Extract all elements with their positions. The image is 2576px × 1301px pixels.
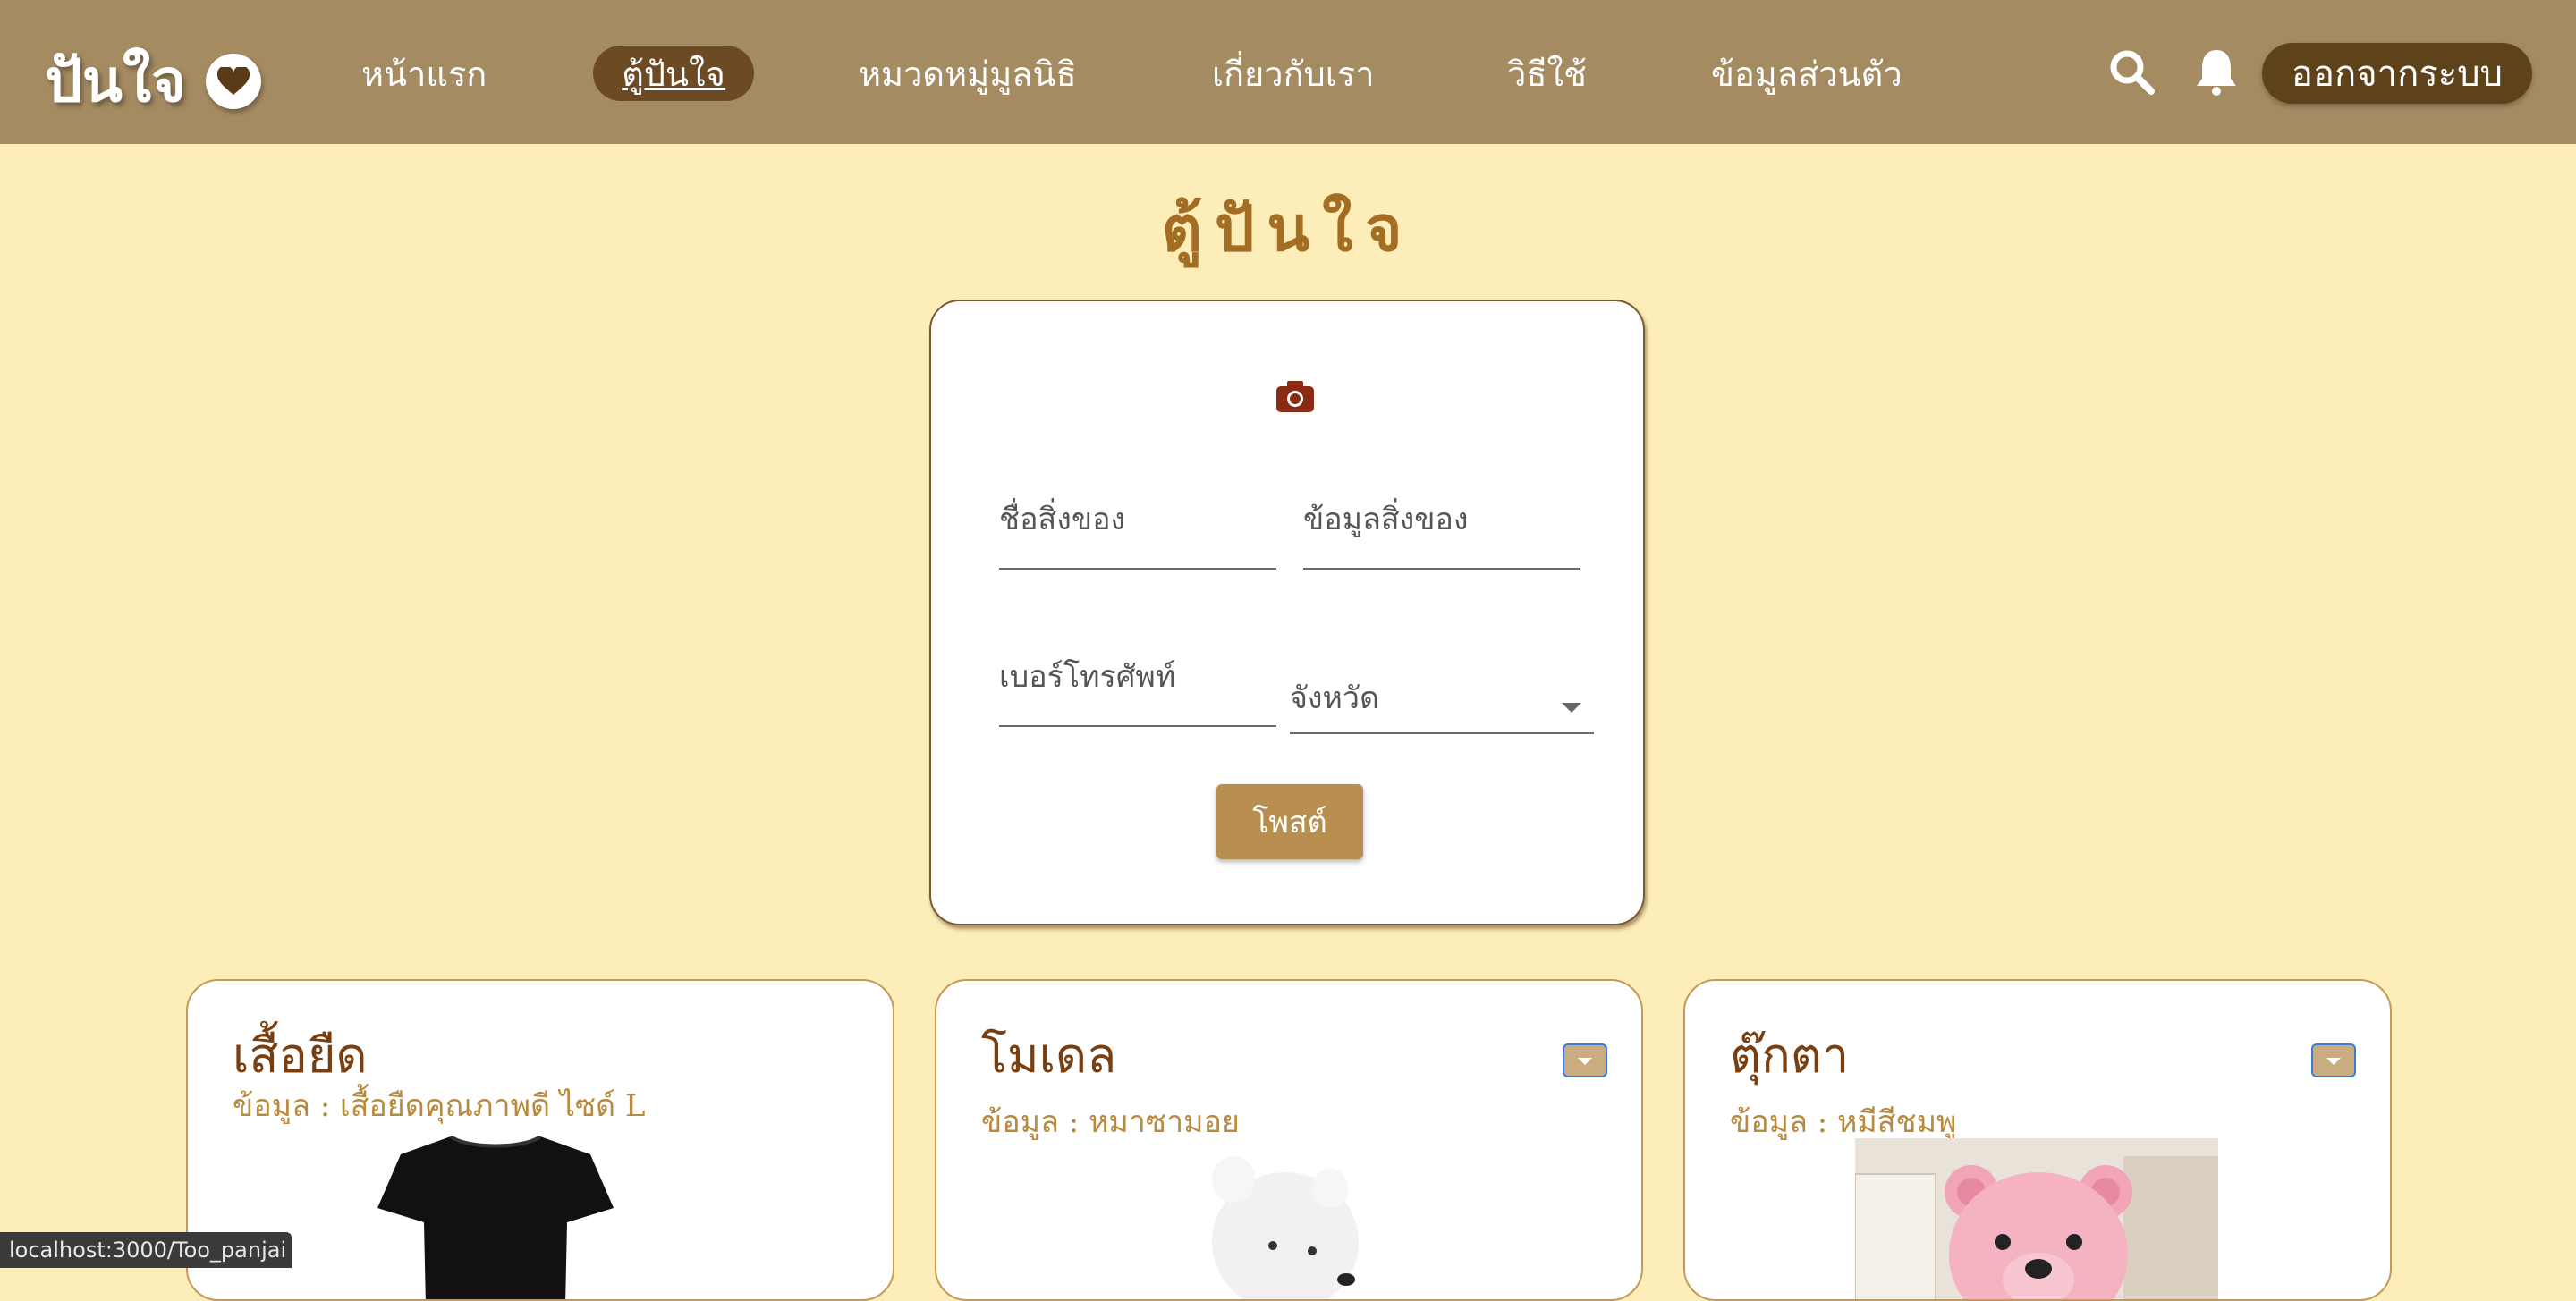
bell-icon[interactable] [2193, 46, 2243, 97]
item-card: ตุ๊กตา ข้อมูล : หมีสีชมพู [1683, 979, 2392, 1301]
camera-icon[interactable] [1276, 380, 1314, 412]
item-info: ข้อมูล : เสื้อยืดคุณภาพดี ไซด์ L [233, 1088, 646, 1124]
province-label: จังหวัด [1290, 680, 1380, 716]
phone-label: เบอร์โทรศัพท์ [999, 659, 1176, 695]
item-info-label: ข้อมูลสิ่งของ [1303, 502, 1469, 537]
province-select[interactable]: จังหวัด [1290, 664, 1594, 734]
item-title: โมเดล [981, 1027, 1117, 1084]
item-menu-button[interactable] [2311, 1043, 2356, 1077]
item-name-field[interactable]: ชื่อสิ่งของ [999, 480, 1276, 570]
post-button[interactable]: โพสต์ [1216, 784, 1363, 859]
item-title: ตุ๊กตา [1730, 1027, 1850, 1084]
nav-item-foundation-categories[interactable]: หมวดหมู่มูลนิธิ [859, 46, 1077, 101]
samoyed-model-image [1212, 1156, 1359, 1299]
nav-item-profile[interactable]: ข้อมูลส่วนตัว [1711, 46, 1902, 101]
page-title: ตู้ปันใจ [1161, 192, 1415, 266]
browser-status-url: localhost:3000/Too_panjai [0, 1232, 292, 1268]
item-name-label: ชื่อสิ่งของ [999, 502, 1126, 537]
post-item-form: ชื่อสิ่งของ ข้อมูลสิ่งของ เบอร์โทรศัพท์ … [929, 300, 1645, 925]
search-icon[interactable] [2106, 46, 2157, 97]
item-info: ข้อมูล : หมาซามอย [981, 1104, 1240, 1140]
phone-field[interactable]: เบอร์โทรศัพท์ [999, 638, 1276, 727]
pink-teddy-bear-image [1855, 1138, 2218, 1299]
nav-item-about-us[interactable]: เกี่ยวกับเรา [1212, 46, 1374, 101]
brand-name: ปันใจ [45, 46, 186, 115]
navbar: ปันใจ หน้าแรก ตู้ปันใจ หมวดหมู่มูลนิธิ เ… [0, 0, 2576, 144]
brand-logo[interactable]: ปันใจ [45, 34, 261, 128]
item-card: เสื้อยืด ข้อมูล : เสื้อยืดคุณภาพดี ไซด์ … [186, 979, 894, 1301]
item-info-field[interactable]: ข้อมูลสิ่งของ [1303, 480, 1580, 570]
item-menu-button[interactable] [1563, 1043, 1607, 1077]
nav-item-how-to-use[interactable]: วิธีใช้ [1507, 46, 1587, 101]
chevron-down-icon [1562, 703, 1581, 713]
tshirt-image [377, 1136, 614, 1299]
nav-item-too-panjai[interactable]: ตู้ปันใจ [593, 46, 754, 101]
nav-item-home[interactable]: หน้าแรก [361, 46, 487, 101]
item-card: โมเดล ข้อมูล : หมาซามอย [935, 979, 1643, 1301]
heart-icon [205, 53, 261, 109]
logout-button[interactable]: ออกจากระบบ [2262, 43, 2532, 104]
